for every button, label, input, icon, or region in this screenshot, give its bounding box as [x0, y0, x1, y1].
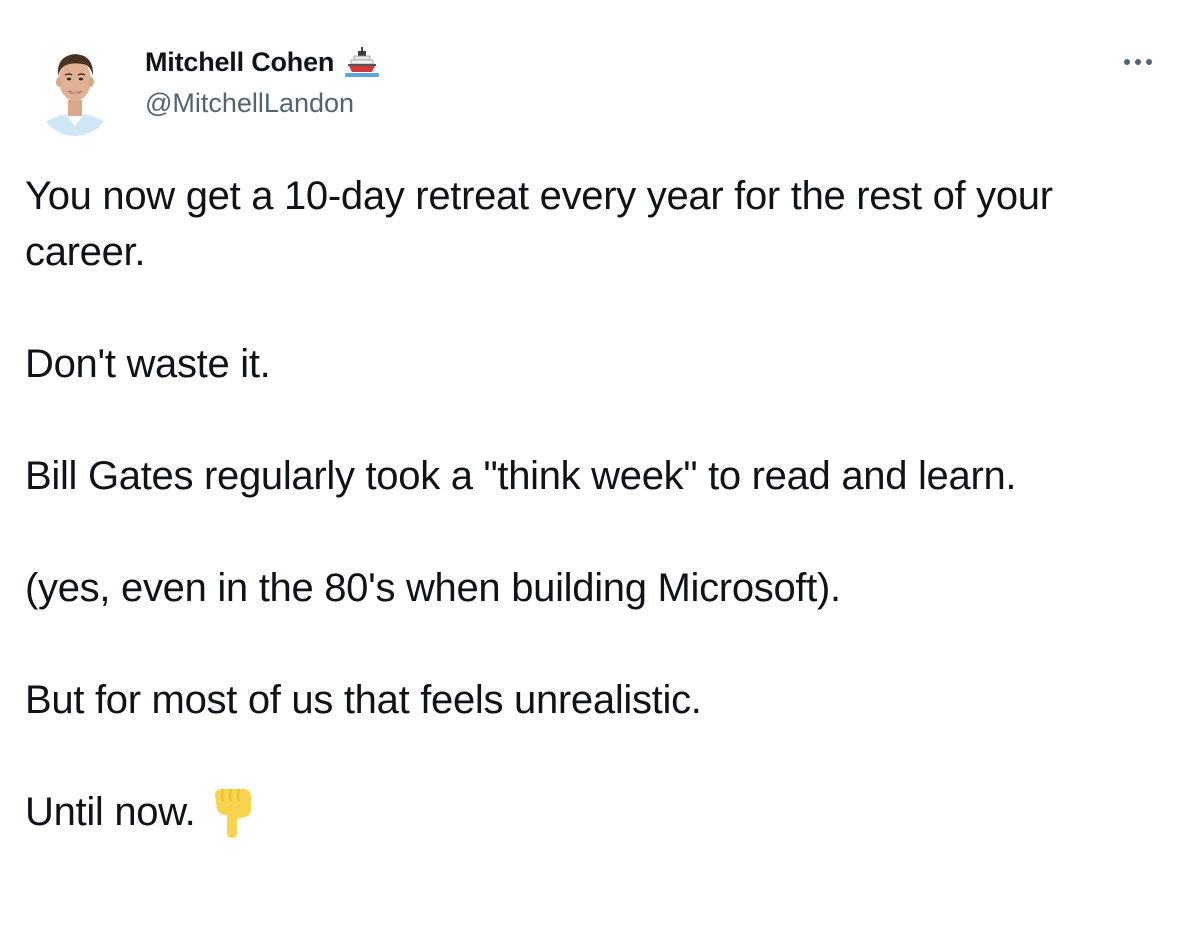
tweet-paragraph: But for most of us that feels unrealisti…: [25, 678, 702, 722]
more-options-button[interactable]: [1116, 46, 1160, 78]
tweet-paragraph: Don't waste it.: [25, 342, 271, 386]
tweet-paragraph-last: Until now.: [25, 784, 1155, 840]
more-horizontal-icon: [1124, 59, 1152, 65]
author-handle[interactable]: @MitchellLandon: [145, 88, 354, 119]
author-name-text: Mitchell Cohen: [145, 46, 335, 77]
tweet-paragraph-text: Until now.: [25, 790, 196, 834]
tweet-card: Mitchell Cohen @MitchellLandon You now g…: [0, 0, 1186, 926]
author-name[interactable]: Mitchell Cohen: [145, 44, 380, 80]
tweet-paragraph: Bill Gates regularly took a "think week"…: [25, 454, 1017, 498]
avatar[interactable]: [38, 38, 112, 136]
tweet-text: You now get a 10-day retreat every year …: [25, 168, 1155, 840]
avatar-photo: [39, 54, 111, 136]
tweet-paragraph: You now get a 10-day retreat every year …: [25, 174, 1053, 274]
tweet-paragraph: (yes, even in the 80's when building Mic…: [25, 566, 841, 610]
backhand-index-pointing-down-icon: [209, 785, 257, 839]
ship-icon: [344, 44, 380, 80]
